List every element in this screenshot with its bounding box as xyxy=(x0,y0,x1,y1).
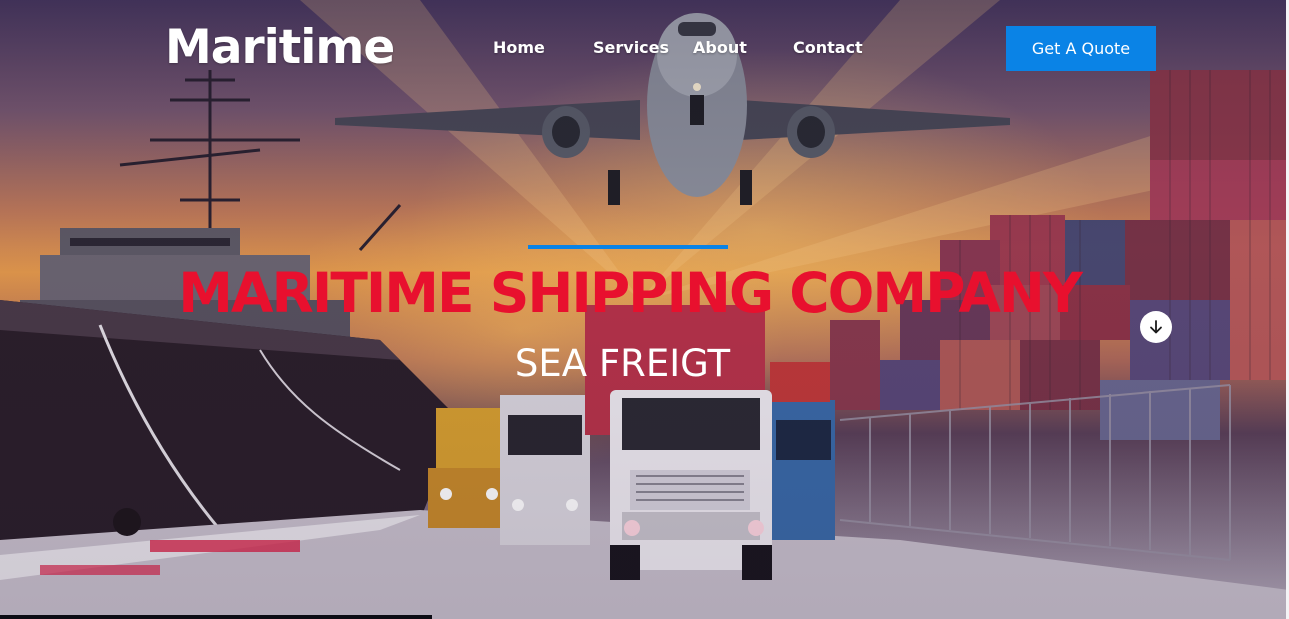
hero-section: Maritime Home Services About Contact Get… xyxy=(0,0,1289,619)
bottom-progress-bar xyxy=(0,615,432,619)
site-logo[interactable]: Maritime xyxy=(165,18,395,78)
ship-mast xyxy=(119,70,402,251)
arrow-down-icon xyxy=(1148,319,1164,335)
hero-subtitle: SEA FREIGT xyxy=(514,342,731,385)
get-a-quote-button[interactable]: Get A Quote xyxy=(1006,26,1156,71)
scroll-down-button[interactable] xyxy=(1140,311,1172,343)
nav-services-link[interactable]: Services xyxy=(593,38,669,58)
title-accent-line xyxy=(528,245,728,249)
nav-about-link[interactable]: About xyxy=(693,38,747,58)
nav-contact-link[interactable]: Contact xyxy=(793,38,863,58)
nav-home-link[interactable]: Home xyxy=(493,38,545,58)
hero-title: MARITIME SHIPPING COMPANY xyxy=(178,261,1083,325)
